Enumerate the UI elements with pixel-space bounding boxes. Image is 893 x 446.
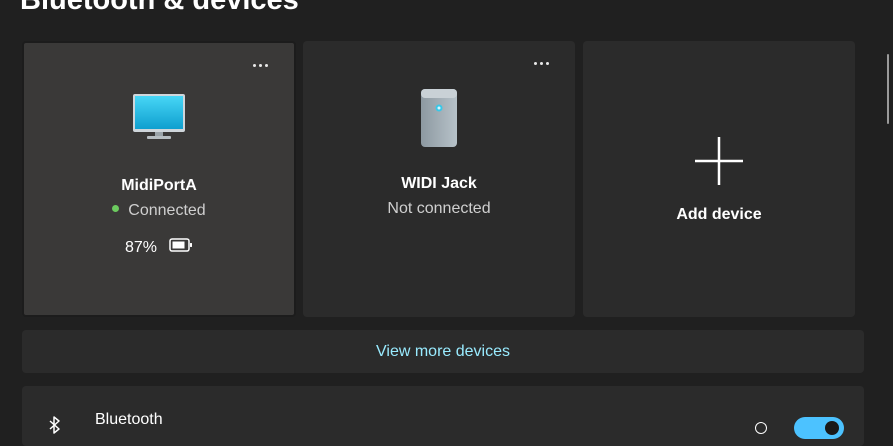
battery-info: 87%: [24, 238, 294, 257]
device-name: MidiPortA: [121, 177, 197, 194]
device-card-midiporta[interactable]: MidiPortA Connected 87%: [22, 41, 296, 317]
device-card-widi-jack[interactable]: WIDI Jack Not connected: [303, 41, 575, 317]
monitor-icon: [131, 92, 187, 147]
battery-icon: [169, 238, 193, 257]
battery-percentage: 87%: [124, 238, 158, 256]
more-options-icon[interactable]: [250, 57, 270, 73]
view-more-devices-button[interactable]: View more devices: [22, 330, 864, 373]
bluetooth-toggle[interactable]: [794, 417, 844, 439]
page-title: Bluetooth & devices: [20, 0, 299, 16]
scrollbar[interactable]: [887, 54, 889, 124]
bluetooth-label: Bluetooth: [95, 411, 163, 428]
device-name: WIDI Jack: [401, 175, 477, 192]
toggle-state-indicator: [755, 422, 767, 434]
add-device-label: Add device: [676, 206, 762, 223]
plus-icon: [693, 135, 745, 192]
add-device-card[interactable]: Add device: [583, 41, 855, 317]
view-more-devices-label: View more devices: [376, 342, 510, 360]
connected-indicator: [112, 205, 120, 213]
bluetooth-setting-row[interactable]: Bluetooth: [22, 386, 864, 446]
more-options-icon[interactable]: [531, 55, 551, 71]
device-status: Connected: [24, 202, 294, 220]
pc-tower-icon: [419, 87, 459, 154]
device-status-text: Connected: [128, 202, 206, 219]
toggle-knob: [825, 421, 839, 435]
device-status: Not connected: [387, 200, 491, 217]
